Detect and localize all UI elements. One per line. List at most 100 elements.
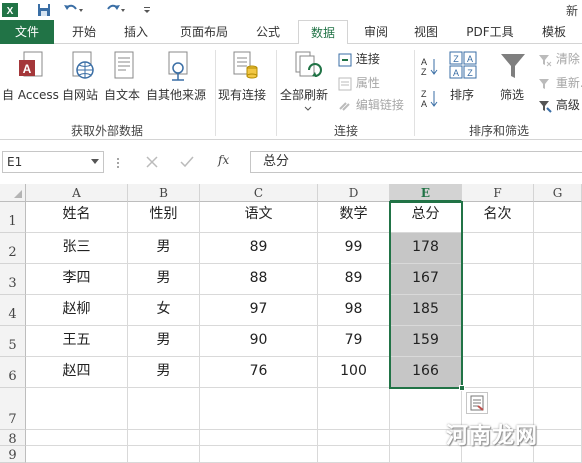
column-header-c[interactable]: C [200, 184, 318, 202]
row-header-4[interactable]: 4 [0, 295, 26, 326]
name-box[interactable]: E1 [2, 151, 104, 173]
tab-view[interactable]: 视图 [404, 20, 448, 44]
table-cell[interactable] [534, 264, 582, 295]
table-cell[interactable] [462, 295, 534, 326]
table-cell[interactable]: 赵四 [26, 357, 128, 388]
row-header-6[interactable]: 6 [0, 357, 26, 388]
row-header-9[interactable]: 9 [0, 446, 26, 463]
table-cell[interactable]: 女 [128, 295, 200, 326]
table-cell[interactable] [534, 446, 582, 463]
table-cell[interactable] [318, 430, 390, 446]
quick-analysis-button[interactable] [466, 392, 488, 414]
tab-home[interactable]: 开始 [62, 20, 106, 44]
table-cell[interactable]: 王五 [26, 326, 128, 357]
tab-pdf-tools[interactable]: PDF工具 [458, 20, 522, 44]
table-cell[interactable] [318, 388, 390, 430]
tab-templates[interactable]: 模板 [532, 20, 576, 44]
table-cell[interactable]: 张三 [26, 233, 128, 264]
table-cell[interactable]: 88 [200, 264, 318, 295]
sort-ascending-icon[interactable]: A Z [420, 56, 440, 78]
table-cell[interactable] [534, 326, 582, 357]
table-cell[interactable]: 男 [128, 233, 200, 264]
table-cell[interactable] [200, 446, 318, 463]
table-cell[interactable] [128, 446, 200, 463]
from-text-button[interactable]: 自文本 [104, 50, 144, 110]
table-cell[interactable] [534, 357, 582, 388]
table-cell[interactable] [534, 233, 582, 264]
filter-button[interactable]: 筛选 [496, 50, 530, 110]
table-cell[interactable]: 79 [318, 326, 390, 357]
table-cell[interactable] [26, 388, 128, 430]
undo-icon[interactable] [62, 2, 86, 18]
header-cell[interactable]: 性别 [128, 202, 200, 233]
insert-function-icon[interactable]: fx [218, 153, 229, 167]
row-header-3[interactable]: 3 [0, 264, 26, 295]
sort-button[interactable]: Z A A Z 排序 [446, 50, 480, 110]
table-cell[interactable] [534, 388, 582, 430]
column-header-g[interactable]: G [534, 184, 582, 202]
chevron-down-icon[interactable] [91, 159, 99, 165]
table-cell[interactable]: 男 [128, 264, 200, 295]
table-cell[interactable] [534, 202, 582, 233]
header-cell[interactable]: 语文 [200, 202, 318, 233]
table-cell[interactable] [26, 430, 128, 446]
reapply-button[interactable]: 重新.. [538, 74, 582, 92]
select-all-corner[interactable] [0, 184, 26, 202]
row-header-2[interactable]: 2 [0, 233, 26, 264]
refresh-all-button[interactable]: 全部刷新 [280, 50, 334, 111]
table-cell[interactable]: 90 [200, 326, 318, 357]
properties-button[interactable]: 属性 [338, 74, 380, 92]
table-cell[interactable] [128, 430, 200, 446]
table-cell[interactable] [462, 326, 534, 357]
column-header-b[interactable]: B [128, 184, 200, 202]
clear-filter-button[interactable]: 清除 [538, 50, 580, 68]
table-cell[interactable]: 76 [200, 357, 318, 388]
row-header-8[interactable]: 8 [0, 430, 26, 447]
table-cell[interactable] [534, 295, 582, 326]
table-cell[interactable]: 89 [200, 233, 318, 264]
table-cell[interactable]: 男 [128, 357, 200, 388]
table-cell[interactable] [200, 430, 318, 446]
header-cell[interactable]: 名次 [462, 202, 534, 233]
connections-button[interactable]: 连接 [338, 50, 380, 68]
table-cell[interactable] [26, 446, 128, 463]
table-cell[interactable]: 男 [128, 326, 200, 357]
redo-icon[interactable] [104, 2, 128, 18]
enter-check-icon[interactable] [180, 156, 194, 168]
tab-formulas[interactable]: 公式 [246, 20, 290, 44]
advanced-filter-button[interactable]: 高级 [538, 96, 580, 114]
table-cell[interactable] [534, 430, 582, 446]
column-header-f[interactable]: F [462, 184, 534, 202]
table-cell[interactable]: 99 [318, 233, 390, 264]
header-cell[interactable]: 姓名 [26, 202, 128, 233]
table-cell[interactable]: 89 [318, 264, 390, 295]
row-header-7[interactable]: 7 [0, 388, 26, 430]
row-header-1[interactable]: 1 [0, 202, 26, 233]
table-cell[interactable] [318, 446, 390, 463]
from-web-button[interactable]: 自网站 [62, 50, 102, 110]
from-other-sources-button[interactable]: 自其他来源 [146, 50, 210, 110]
sort-descending-icon[interactable]: Z A [420, 88, 440, 110]
table-cell[interactable]: 98 [318, 295, 390, 326]
tab-review[interactable]: 审阅 [354, 20, 398, 44]
fill-handle[interactable] [459, 385, 465, 391]
table-cell[interactable]: 赵柳 [26, 295, 128, 326]
formula-input[interactable]: 总分 [250, 151, 582, 173]
existing-connections-button[interactable]: 现有连接 [218, 50, 272, 110]
table-cell[interactable] [128, 388, 200, 430]
tab-file[interactable]: 文件 [0, 20, 54, 44]
drag-handle-icon[interactable] [116, 157, 120, 169]
column-header-d[interactable]: D [318, 184, 390, 202]
table-cell[interactable] [462, 357, 534, 388]
column-header-a[interactable]: A [26, 184, 128, 202]
edit-links-button[interactable]: 编辑链接 [338, 96, 404, 114]
header-cell[interactable]: 数学 [318, 202, 390, 233]
table-cell[interactable]: 97 [200, 295, 318, 326]
cancel-icon[interactable] [146, 156, 158, 168]
customize-qat-icon[interactable] [142, 2, 152, 18]
table-cell[interactable] [200, 388, 318, 430]
table-cell[interactable] [462, 264, 534, 295]
table-cell[interactable]: 李四 [26, 264, 128, 295]
table-cell[interactable]: 100 [318, 357, 390, 388]
column-header-e[interactable]: E [390, 184, 462, 202]
